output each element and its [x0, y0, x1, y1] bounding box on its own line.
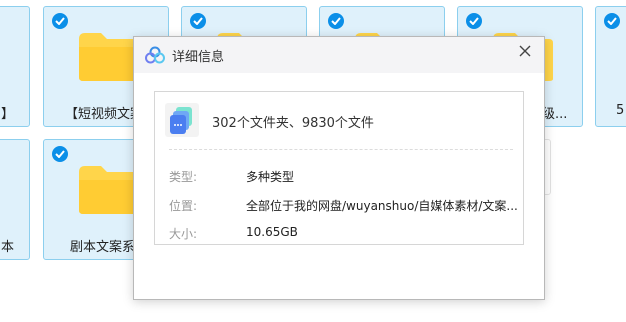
checked-icon[interactable] [466, 13, 482, 29]
type-value: 多种类型 [246, 170, 295, 184]
file-tile-label: 5 [616, 103, 625, 118]
selection-summary: 302个文件夹、9830个文件 [212, 116, 374, 131]
size-value: 10.65GB [246, 225, 298, 239]
details-card: 302个文件夹、9830个文件 类型: 多种类型 位置: 全部位于我的网盘/wu… [154, 91, 524, 245]
checked-icon[interactable] [604, 13, 620, 29]
file-tile-label: 】 [1, 107, 15, 122]
checked-icon[interactable] [190, 13, 206, 29]
folder-icon [79, 33, 139, 81]
divider [169, 149, 513, 150]
multiple-files-icon [165, 103, 199, 137]
checked-icon[interactable] [52, 13, 68, 29]
baidu-netdisk-logo-icon [145, 46, 165, 64]
location-value: 全部位于我的网盘/wuyanshuo/自媒体素材/文案... [246, 199, 518, 213]
file-tile[interactable]: 本 [0, 139, 30, 260]
size-label: 大小: [169, 227, 198, 241]
location-label: 位置: [169, 199, 198, 213]
checked-icon[interactable] [328, 13, 344, 29]
checked-icon[interactable] [52, 146, 68, 162]
details-dialog: 详细信息 302个文件夹、9830个文件 类型: 多种类型 位置: 全部位于我的… [133, 36, 545, 300]
type-label: 类型: [169, 170, 198, 184]
close-icon[interactable] [514, 40, 536, 62]
file-tile-label: 本 [1, 240, 15, 255]
dialog-titlebar: 详细信息 [134, 37, 544, 73]
file-tile[interactable]: 】 [0, 6, 30, 127]
file-tile-label: 级... [542, 107, 568, 122]
file-tile[interactable]: 5 [595, 6, 626, 127]
dialog-title: 详细信息 [172, 50, 225, 65]
folder-icon [79, 166, 139, 214]
